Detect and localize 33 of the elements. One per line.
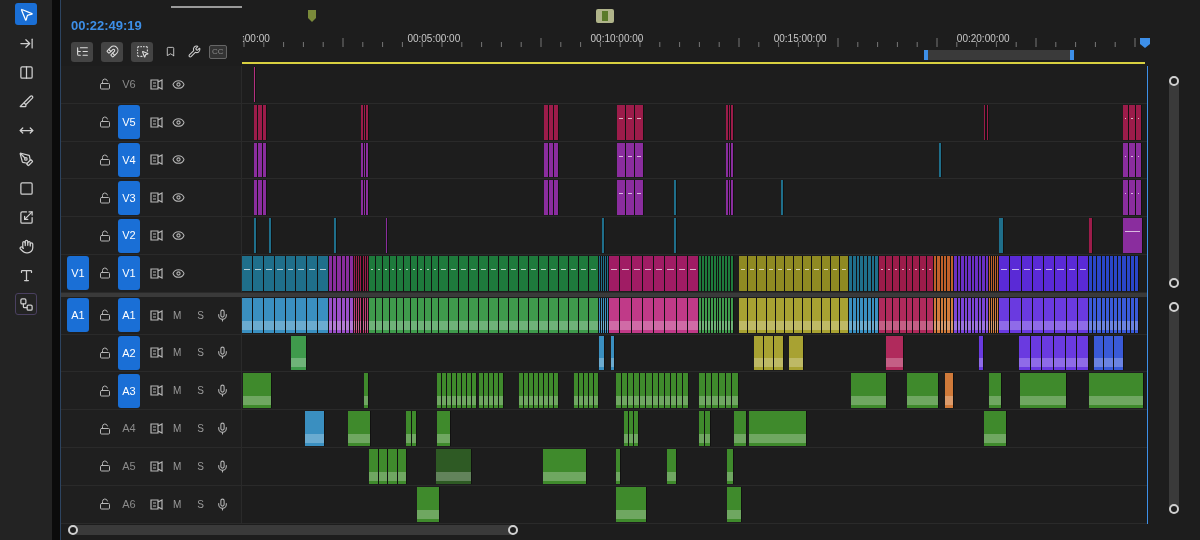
track-label[interactable]: A5 bbox=[118, 449, 140, 484]
track-label[interactable]: A1 bbox=[118, 298, 140, 333]
mute-toggle[interactable]: M bbox=[173, 421, 182, 437]
mute-toggle[interactable]: M bbox=[173, 345, 182, 361]
solo-toggle[interactable]: S bbox=[197, 421, 204, 437]
solo-toggle[interactable]: S bbox=[197, 345, 204, 361]
track-label[interactable]: V6 bbox=[118, 67, 140, 102]
timecode[interactable]: 00:22:49:19 bbox=[71, 16, 242, 36]
ruler-label: :00:00 bbox=[242, 33, 270, 44]
track-label[interactable]: A6 bbox=[118, 487, 140, 522]
source-patch[interactable]: V1 bbox=[67, 256, 89, 291]
ruler-label: 00:20:00:00 bbox=[956, 33, 1010, 44]
solo-toggle[interactable]: S bbox=[197, 383, 204, 399]
ruler-label: 00:10:00:00 bbox=[590, 33, 644, 44]
mute-toggle[interactable]: M bbox=[173, 458, 182, 474]
mute-toggle[interactable]: M bbox=[173, 383, 182, 399]
track-label[interactable]: A4 bbox=[118, 411, 140, 446]
track-label[interactable]: A2 bbox=[118, 335, 140, 370]
captions-button[interactable]: CC bbox=[209, 44, 227, 59]
mute-toggle[interactable]: M bbox=[173, 496, 182, 512]
track-label[interactable]: V4 bbox=[118, 143, 140, 177]
ruler-label: 00:15:00:00 bbox=[773, 33, 827, 44]
ruler-label: 00:05:00:00 bbox=[407, 33, 461, 44]
solo-toggle[interactable]: S bbox=[197, 496, 204, 512]
solo-toggle[interactable]: S bbox=[197, 307, 204, 323]
solo-toggle[interactable]: S bbox=[197, 458, 204, 474]
source-patch[interactable]: A1 bbox=[67, 298, 89, 333]
track-label[interactable]: V5 bbox=[118, 105, 140, 140]
track-label[interactable]: V1 bbox=[118, 256, 140, 291]
mute-toggle[interactable]: M bbox=[173, 307, 182, 323]
track-label[interactable]: A3 bbox=[118, 373, 140, 408]
track-label[interactable]: V3 bbox=[118, 180, 140, 215]
track-label[interactable]: V2 bbox=[118, 218, 140, 253]
